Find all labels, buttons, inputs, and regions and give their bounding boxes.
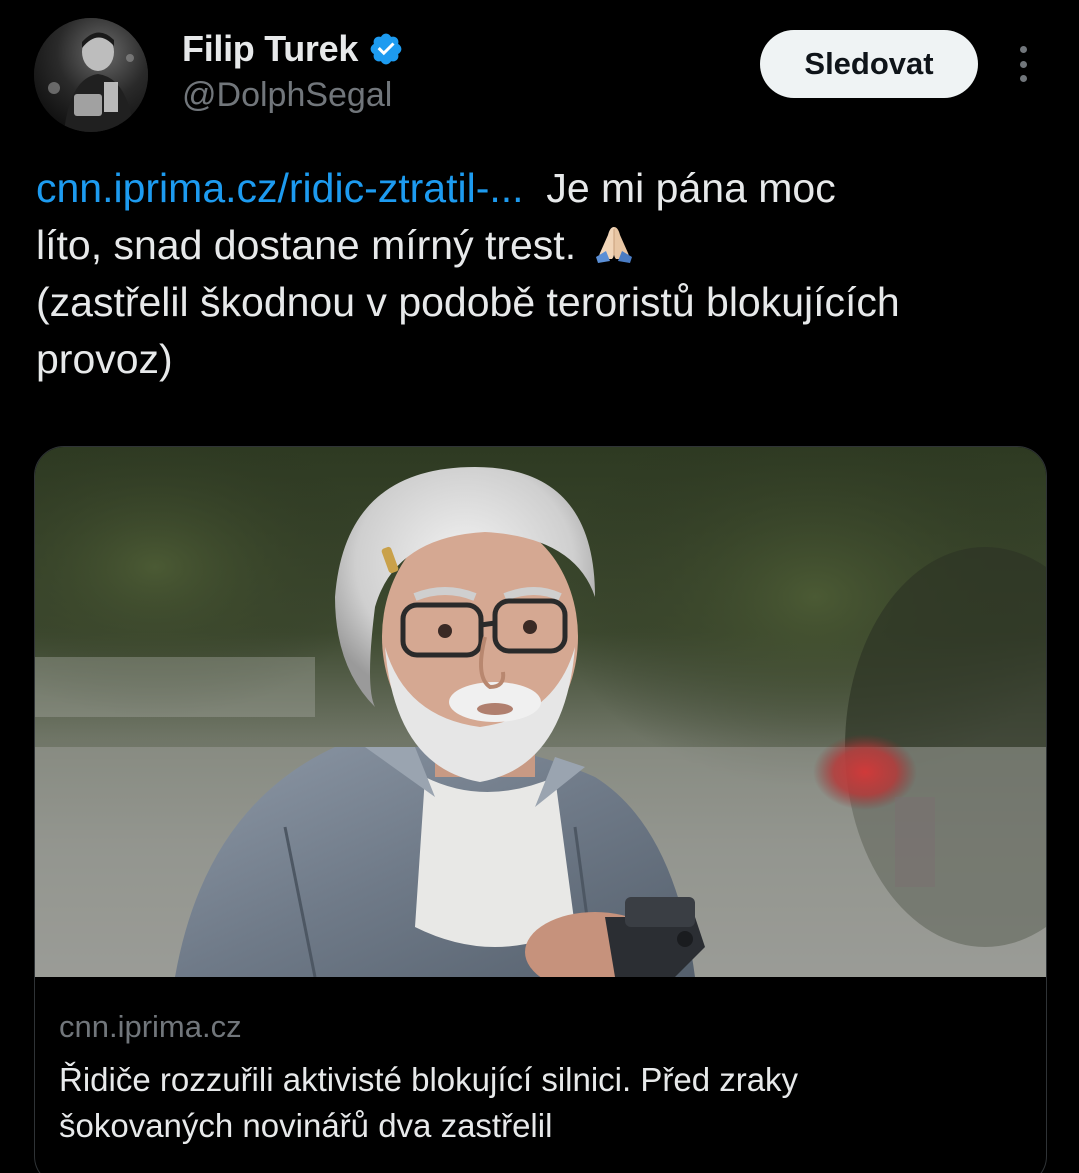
tweet-text-line-2: líto, snad dostane mírný trest. [36, 217, 1056, 274]
author-display-name[interactable]: Filip Turek [182, 28, 358, 70]
verified-badge-icon [368, 31, 404, 67]
folded-hands-emoji-icon [592, 221, 636, 263]
card-image [35, 447, 1046, 977]
tweet-text-line-1-rest: Je mi pána moc [546, 165, 836, 211]
card-photo [35, 447, 1046, 977]
tweet-link[interactable]: cnn.iprima.cz/ridic-ztratil-... [36, 165, 524, 211]
tweet-text-line-2-text: líto, snad dostane mírný trest. [36, 222, 577, 268]
tweet: Filip Turek @DolphSegal Sledovat cnn.ipr… [0, 0, 1079, 1173]
author-handle[interactable]: @DolphSegal [182, 76, 392, 115]
tweet-text: cnn.iprima.cz/ridic-ztratil-... Je mi pá… [36, 160, 1056, 388]
tweet-text-line-4: provoz) [36, 336, 173, 382]
more-vertical-icon[interactable] [1006, 40, 1040, 88]
card-title: Řidiče rozzuřili aktivisté blokující sil… [59, 1057, 1024, 1149]
avatar-photo [34, 18, 148, 132]
tweet-text-line-3: (zastřelil škodnou v podobě teroristů bl… [36, 279, 900, 325]
card-meta: cnn.iprima.cz Řidiče rozzuřili aktivisté… [35, 977, 1046, 1149]
author-name-row: Filip Turek [182, 28, 404, 70]
author-avatar[interactable] [34, 18, 148, 132]
follow-button[interactable]: Sledovat [760, 30, 978, 98]
card-title-line-1: Řidiče rozzuřili aktivisté blokující sil… [59, 1061, 799, 1098]
tweet-text-line-1: cnn.iprima.cz/ridic-ztratil-... Je mi pá… [36, 160, 1056, 217]
card-domain: cnn.iprima.cz [59, 1009, 242, 1044]
card-title-line-2: šokovaných novinářů dva zastřelil [59, 1107, 553, 1144]
link-preview-card[interactable]: cnn.iprima.cz Řidiče rozzuřili aktivisté… [34, 446, 1047, 1173]
